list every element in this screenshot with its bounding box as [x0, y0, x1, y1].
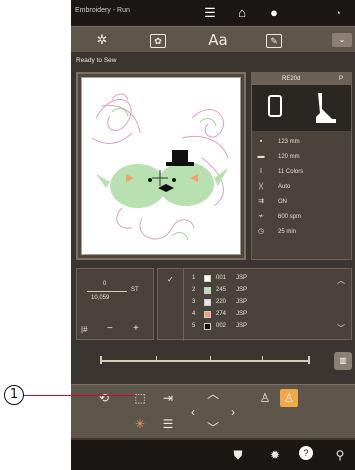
preview-canvas[interactable]: [81, 77, 241, 255]
clock-icon: ◷: [257, 228, 265, 235]
callout-number: 1: [4, 385, 24, 405]
info-row-colors: I 11 Colors: [252, 165, 351, 179]
text-tool-button[interactable]: Aa: [205, 30, 231, 50]
pattern-tool-button[interactable]: ✿: [147, 30, 169, 50]
color-swatch: [204, 299, 211, 306]
menu-icon[interactable]: ☰: [201, 4, 219, 22]
wrench-icon[interactable]: ⚲: [331, 446, 349, 464]
trim-icon: ⇉: [258, 198, 264, 205]
thread-icon: I: [260, 168, 262, 175]
scroll-up-icon[interactable]: ︿: [337, 275, 345, 286]
color-row[interactable]: 5 002 JSP: [158, 321, 351, 332]
slider-tick: [100, 356, 102, 364]
hoop-move-icon[interactable]: ⇥: [159, 389, 177, 407]
color-swatch: [204, 323, 211, 330]
slider-tick: [210, 356, 211, 362]
presser-foot-button[interactable]: ♙: [280, 389, 298, 407]
color-row[interactable]: 3 220 JSP: [158, 297, 351, 308]
edit-toolbar: ✲ ✿ Aa ✎ ⌄: [71, 26, 355, 52]
help-icon[interactable]: ?: [299, 446, 313, 460]
frame-status: [252, 85, 351, 131]
arrow-right-icon[interactable]: ›: [224, 403, 242, 421]
tension-icon: )(: [258, 183, 264, 190]
slider-track: [100, 360, 310, 362]
callout-line: [24, 395, 136, 396]
screen-title: Embroidery - Run: [75, 7, 130, 14]
info-row-trim: ⇉ ON: [252, 195, 351, 209]
slider-tick: [308, 356, 310, 364]
wifi-icon: ◔: [335, 8, 341, 18]
rotate-icon[interactable]: ⟲: [95, 389, 113, 407]
color-sort-icon[interactable]: ✳: [131, 415, 149, 433]
color-swatch: [204, 287, 211, 294]
design-info-panel: RE20d P ▪ 123 mm ▬ 120 mm I 11 Colors )(…: [251, 72, 352, 260]
arrow-left-icon[interactable]: ‹: [184, 403, 202, 421]
color-row[interactable]: 2 245 JSP: [158, 285, 351, 296]
sewing-machine-screen: Embroidery - Run ☰ ⌂ ● ◔ ✲ ✿ Aa ✎ ⌄ Read…: [71, 0, 355, 470]
footer-bar: ⛊ ✹ ? ⚲: [71, 440, 355, 470]
info-row-time: ◷ 25 min: [252, 225, 351, 239]
needle-icon[interactable]: ♙: [256, 389, 274, 407]
color-swatch: [204, 311, 211, 318]
presser-foot-icon: [316, 93, 336, 123]
color-row[interactable]: 4 274 JSP: [158, 309, 351, 320]
stitch-counter-panel: 0 ST 10,059 |# − +: [76, 268, 154, 340]
title-bar: Embroidery - Run ☰ ⌂ ● ◔: [71, 0, 355, 26]
total-stitches: 10,059: [91, 295, 110, 301]
stitch-unit: ST: [131, 287, 139, 293]
color-sequence-panel: ✓ 1 001 JSP 2 245 JSP 3 220 JSP 4 274 JS…: [157, 268, 352, 341]
thread-spool-icon[interactable]: ⛊: [229, 446, 247, 464]
arrow-up-icon[interactable]: ︿: [204, 385, 222, 403]
color-row[interactable]: 1 001 JSP: [158, 273, 351, 284]
height-icon: ▪: [259, 138, 263, 145]
status-text: Ready to Sew: [76, 57, 117, 64]
list-icon[interactable]: ☰: [159, 415, 177, 433]
frame-header: RE20d P: [252, 73, 351, 85]
embroidery-preview[interactable]: [76, 72, 246, 260]
color-swatch: [204, 275, 211, 282]
embroidery-design-image: [91, 93, 229, 241]
stitch-progress-slider[interactable]: ▥: [76, 346, 352, 378]
pattern-icon: ✿: [150, 34, 166, 48]
slider-tick: [156, 356, 157, 362]
hoop-icon: [268, 95, 282, 117]
spool-settings-button[interactable]: ▥: [334, 352, 352, 370]
width-icon: ▬: [257, 153, 265, 160]
info-row-width: ▬ 120 mm: [252, 150, 351, 164]
stitch-divider: [87, 291, 127, 292]
info-row-height: ▪ 123 mm: [252, 135, 351, 149]
current-stitch: 0: [103, 281, 107, 287]
info-row-tension: )( Auto: [252, 180, 351, 194]
slider-tick: [262, 356, 263, 362]
stitch-minus-button[interactable]: −: [107, 323, 113, 334]
edit-icon: ✎: [266, 34, 282, 48]
trial-frame-icon[interactable]: ⬚: [131, 389, 149, 407]
stitch-plus-button[interactable]: +: [133, 323, 139, 334]
frame-size: RE20d: [282, 76, 301, 82]
jump-stitch-button[interactable]: |#: [81, 325, 88, 334]
scroll-down-icon[interactable]: ﹀: [337, 323, 345, 334]
embroidery-controls: ⟲ ⬚ ⇥ ︿ ‹ › ﹀ ♙ ♙ ✳ ☰: [71, 384, 355, 438]
info-row-speed: ≁ 600 spm: [252, 210, 351, 224]
speed-icon: ≁: [258, 213, 264, 220]
edit-tool-button[interactable]: ✎: [263, 30, 285, 50]
settings-icon[interactable]: ✹: [266, 446, 284, 464]
presser-foot: P: [338, 76, 343, 82]
arrow-down-icon[interactable]: ﹀: [204, 419, 222, 437]
home-icon[interactable]: ⌂: [233, 4, 251, 22]
sparkle-tool-button[interactable]: ✲: [91, 30, 113, 50]
collapse-button[interactable]: ⌄: [332, 33, 352, 47]
stop-icon[interactable]: ●: [265, 4, 283, 22]
